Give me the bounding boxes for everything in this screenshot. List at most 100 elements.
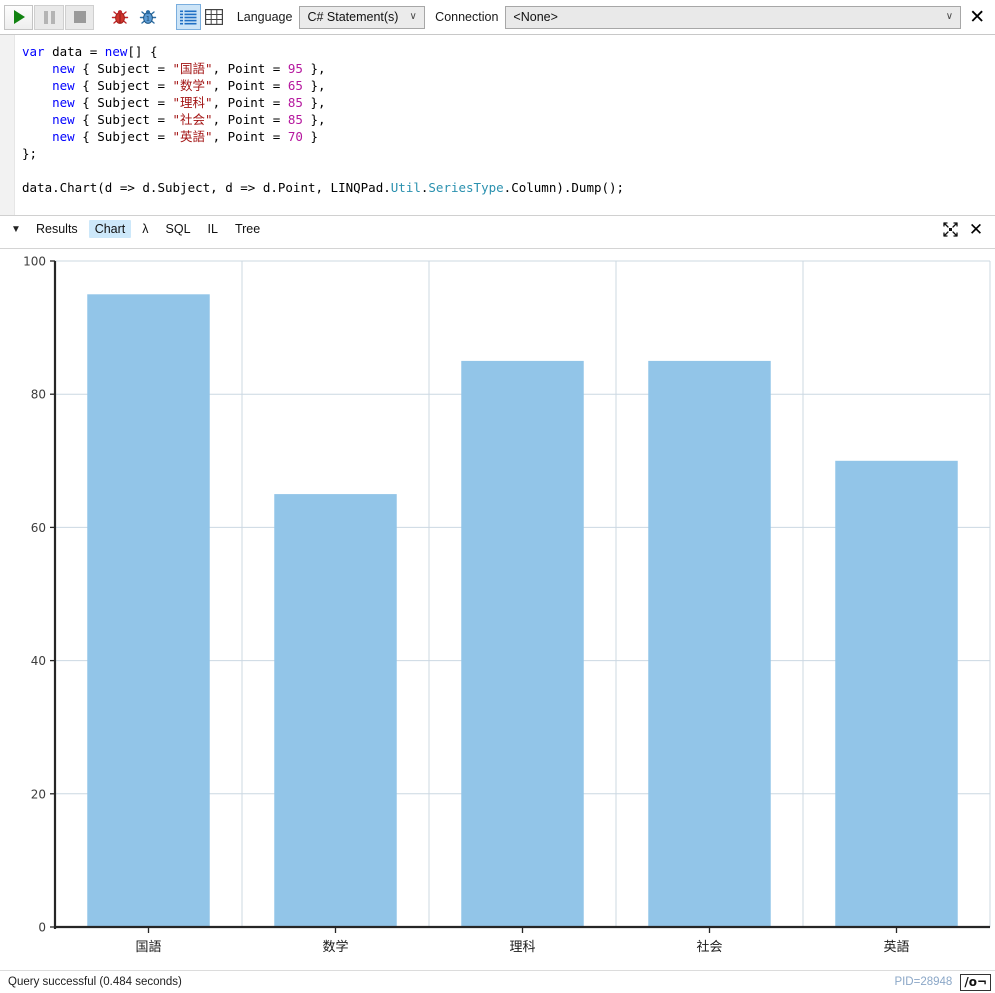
tab-sql[interactable]: SQL bbox=[160, 220, 197, 238]
code-token: } bbox=[302, 129, 318, 144]
code-line: new { Subject = "数学", Point = 65 }, bbox=[22, 77, 624, 94]
results-tabs: Results Chart λ SQL IL Tree bbox=[30, 220, 271, 238]
code-line: }; bbox=[22, 145, 624, 162]
code-token: { Subject = bbox=[74, 61, 173, 76]
connection-select[interactable]: <None> ∨ bbox=[505, 5, 962, 29]
code-token: SeriesType bbox=[428, 180, 504, 195]
code-token: new bbox=[104, 44, 128, 59]
code-token: new bbox=[52, 112, 75, 127]
code-token: }, bbox=[302, 61, 326, 76]
results-collapse-caret[interactable]: ▼ bbox=[6, 224, 26, 235]
stop-button[interactable] bbox=[64, 4, 95, 30]
code-line: data.Chart(d => d.Subject, d => d.Point,… bbox=[22, 179, 624, 196]
code-token: 95 bbox=[287, 61, 303, 76]
bar bbox=[461, 360, 584, 927]
chart-panel: 0 20 40 60 80 100 国語 数学 理科 社会 英語 bbox=[0, 248, 995, 970]
blue-bug-icon: 1 bbox=[140, 10, 157, 24]
bar bbox=[87, 294, 210, 927]
code-line: new { Subject = "理科", Point = 85 }, bbox=[22, 94, 624, 111]
code-token: var bbox=[22, 44, 53, 59]
y-tick-label: 80 bbox=[31, 388, 46, 402]
code-line: var data = new[] { bbox=[22, 43, 624, 60]
chart-x-tick-labels: 国語 数学 理科 社会 英語 bbox=[135, 939, 909, 955]
y-tick-label: 100 bbox=[23, 255, 46, 269]
code-token: "理科" bbox=[172, 95, 213, 110]
language-select[interactable]: C# Statement(s) ∨ bbox=[299, 5, 426, 29]
code-token: new bbox=[52, 95, 75, 110]
code-token: new bbox=[52, 78, 75, 93]
x-tick-label: 国語 bbox=[135, 939, 161, 955]
code-token: [] { bbox=[127, 44, 158, 59]
bar bbox=[274, 494, 397, 927]
main-toolbar: 1 Language C# Statement(s) ∨ Connection … bbox=[0, 0, 995, 35]
grid-view-icon bbox=[205, 9, 224, 25]
code-token: , Point = bbox=[212, 95, 288, 110]
chevron-down-icon: ∨ bbox=[409, 11, 417, 22]
process-id-label: PID=28948 bbox=[894, 976, 953, 988]
stop-icon bbox=[73, 11, 86, 23]
tab-chart[interactable]: Chart bbox=[88, 220, 132, 238]
x-tick-label: 理科 bbox=[509, 940, 535, 955]
tab-tree[interactable]: Tree bbox=[229, 220, 266, 238]
pause-icon bbox=[43, 10, 55, 24]
editor-code: var data = new[] { new { Subject = "国語",… bbox=[22, 43, 624, 196]
connection-value: <None> bbox=[513, 10, 558, 24]
chart-y-tick-labels: 0 20 40 60 80 100 bbox=[23, 255, 46, 935]
code-token: }, bbox=[302, 78, 326, 93]
code-token: }; bbox=[22, 146, 38, 161]
code-token: 85 bbox=[287, 112, 303, 127]
bar bbox=[835, 460, 958, 927]
license-key-icon[interactable]: /o¬ bbox=[960, 973, 991, 991]
editor-gutter bbox=[0, 35, 15, 215]
language-label: Language bbox=[236, 10, 293, 24]
code-token: new bbox=[52, 129, 75, 144]
chart-bars bbox=[87, 294, 958, 927]
run-button[interactable] bbox=[4, 4, 34, 30]
code-token: { Subject = bbox=[74, 78, 173, 93]
code-token: new bbox=[52, 61, 75, 76]
y-tick-label: 40 bbox=[31, 654, 46, 668]
code-token: Util bbox=[390, 180, 421, 195]
code-line: new { Subject = "英語", Point = 70 } bbox=[22, 128, 624, 145]
bar-chart: 0 20 40 60 80 100 国語 数学 理科 社会 英語 bbox=[23, 255, 991, 955]
code-token: }, bbox=[302, 95, 326, 110]
code-token: { Subject = bbox=[74, 95, 173, 110]
grid-view-toggle[interactable] bbox=[201, 4, 226, 30]
code-token: "社会" bbox=[172, 112, 213, 127]
language-value: C# Statement(s) bbox=[307, 10, 399, 24]
code-line: new { Subject = "社会", Point = 85 }, bbox=[22, 111, 624, 128]
rows-view-toggle[interactable] bbox=[175, 4, 202, 30]
code-token: { Subject = bbox=[74, 129, 173, 144]
pause-button[interactable] bbox=[34, 4, 64, 30]
x-tick-label: 英語 bbox=[883, 939, 909, 955]
expand-results-icon[interactable] bbox=[937, 219, 963, 241]
code-token: , Point = bbox=[212, 129, 288, 144]
code-editor[interactable]: var data = new[] { new { Subject = "国語",… bbox=[0, 35, 995, 216]
play-icon bbox=[14, 10, 26, 24]
connection-label: Connection bbox=[435, 10, 499, 24]
close-results-button[interactable]: ✕ bbox=[963, 219, 989, 241]
debug-step-button[interactable]: 1 bbox=[136, 4, 161, 30]
tab-results[interactable]: Results bbox=[30, 220, 84, 238]
chevron-down-icon: ∨ bbox=[945, 11, 954, 22]
code-token: 65 bbox=[287, 78, 303, 93]
code-token: { Subject = bbox=[74, 112, 173, 127]
debug-button[interactable] bbox=[107, 4, 132, 30]
y-tick-label: 0 bbox=[38, 921, 46, 935]
rows-view-icon bbox=[180, 10, 197, 24]
code-token: 85 bbox=[287, 95, 303, 110]
tab-lambda[interactable]: λ bbox=[136, 220, 154, 238]
tab-il[interactable]: IL bbox=[202, 220, 224, 238]
close-query-button[interactable]: ✕ bbox=[965, 3, 989, 31]
code-token: "数学" bbox=[172, 78, 213, 93]
code-token: .Column).Dump(); bbox=[503, 180, 625, 195]
code-token: "英語" bbox=[172, 129, 213, 144]
code-token: data.Chart(d => d.Subject, d => d.Point,… bbox=[22, 180, 391, 195]
code-line: new { Subject = "国語", Point = 95 }, bbox=[22, 60, 624, 77]
